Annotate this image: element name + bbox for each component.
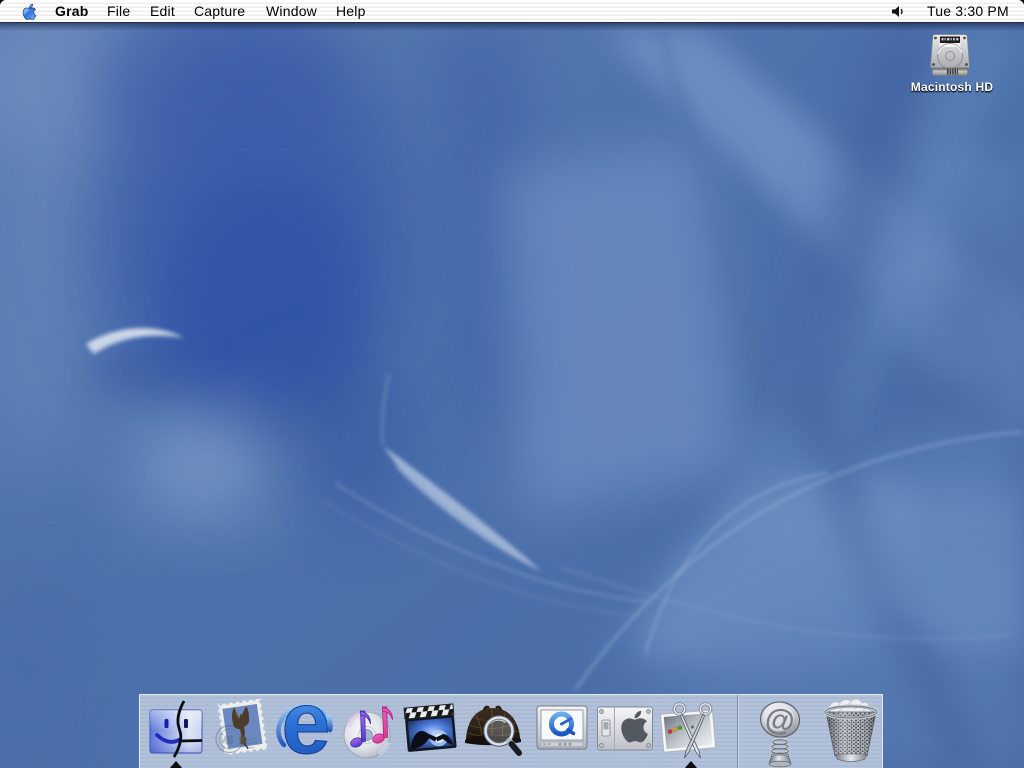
- svg-text:e: e: [282, 673, 331, 768]
- svg-text:@: @: [763, 702, 797, 739]
